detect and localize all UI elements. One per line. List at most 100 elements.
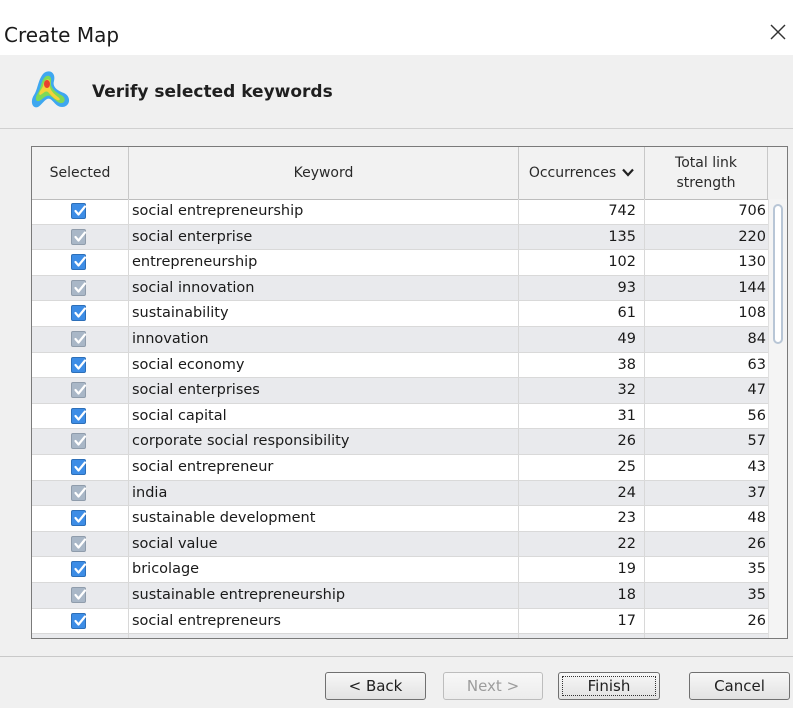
keyword-cell: bricolage xyxy=(129,557,519,583)
total-link-strength-cell: 47 xyxy=(747,382,766,399)
chevron-down-icon xyxy=(622,163,634,183)
table-row[interactable]: social value 22 26 xyxy=(32,531,768,558)
total-link-strength-cell: 57 xyxy=(747,433,766,450)
window-top-edge xyxy=(0,0,793,9)
vosviewer-heatmap-logo xyxy=(31,71,70,108)
table-row[interactable]: sustainability 61 108 xyxy=(32,301,768,327)
table-row[interactable]: social enterprise 135 220 xyxy=(32,224,768,251)
keyword-checkbox[interactable] xyxy=(71,638,86,639)
table-row[interactable]: innovation 49 84 xyxy=(32,327,768,353)
column-header-total-link-strength[interactable]: Total link strength xyxy=(645,147,768,199)
keyword-checkbox[interactable] xyxy=(71,279,87,296)
close-button[interactable] xyxy=(765,19,791,45)
keyword-checkbox[interactable] xyxy=(71,561,87,578)
selected-cell xyxy=(32,275,129,301)
keyword-checkbox[interactable] xyxy=(71,484,87,501)
selected-cell xyxy=(32,199,129,224)
checkmark-icon xyxy=(74,256,87,267)
checkmark-icon xyxy=(74,512,87,523)
keyword-cell: sustainable entrepreneurship xyxy=(129,583,519,608)
keyword-checkbox[interactable] xyxy=(71,382,87,399)
table-row[interactable] xyxy=(32,634,768,639)
keyword-cell: sustainability xyxy=(129,301,519,327)
table-row[interactable]: social capital 31 56 xyxy=(32,403,768,430)
occurrences-cell: 49 xyxy=(519,327,645,352)
keyword-checkbox[interactable] xyxy=(71,356,87,373)
selected-cell xyxy=(32,455,129,480)
wizard-header: Verify selected keywords xyxy=(0,55,793,129)
table-row[interactable]: sustainable entrepreneurship 18 35 xyxy=(32,583,768,609)
occurrences-cell: 32 xyxy=(519,378,645,404)
finish-button[interactable]: Finish xyxy=(558,672,660,700)
checkmark-icon xyxy=(74,538,87,549)
keyword-checkbox[interactable] xyxy=(71,254,87,271)
cancel-button[interactable]: Cancel xyxy=(689,672,790,700)
keyword-cell: sustainable development xyxy=(129,506,519,532)
table-row[interactable]: entrepreneurship 102 130 xyxy=(32,250,768,276)
table-row[interactable]: social innovation 93 144 xyxy=(32,275,768,302)
total-link-strength-cell: 37 xyxy=(747,484,766,501)
total-link-strength-cell xyxy=(645,634,768,638)
selected-cell xyxy=(32,634,129,639)
keyword-checkbox[interactable] xyxy=(71,407,87,424)
selected-cell xyxy=(32,403,129,429)
total-link-strength-cell: 26 xyxy=(747,612,766,629)
selected-cell xyxy=(32,480,129,506)
occurrences-cell: 38 xyxy=(519,352,645,378)
keyword-checkbox[interactable] xyxy=(71,587,87,603)
total-link-strength-cell: 706 xyxy=(738,203,766,219)
table-row[interactable]: social economy 38 63 xyxy=(32,352,768,379)
selected-cell xyxy=(32,429,129,455)
keyword-cell: social value xyxy=(129,531,519,557)
keyword-cell: social capital xyxy=(129,403,519,429)
table-row[interactable]: social enterprises 32 47 xyxy=(32,378,768,404)
table-row[interactable]: corporate social responsibility 26 57 xyxy=(32,429,768,455)
selected-cell xyxy=(32,583,129,608)
table-row[interactable]: social entrepreneur 25 43 xyxy=(32,455,768,481)
keyword-cell: social economy xyxy=(129,352,519,378)
occurrences-cell: 25 xyxy=(519,455,645,480)
checkmark-icon xyxy=(74,435,87,446)
title-bar: Create Map xyxy=(0,9,793,55)
selected-cell xyxy=(32,378,129,404)
table-row[interactable]: sustainable development 23 48 xyxy=(32,506,768,532)
page-subtitle: Verify selected keywords xyxy=(92,82,333,102)
keyword-cell: india xyxy=(129,480,519,506)
selected-cell xyxy=(32,557,129,583)
occurrences-cell: 24 xyxy=(519,480,645,506)
checkmark-icon xyxy=(74,589,87,600)
selected-cell xyxy=(32,250,129,276)
keyword-checkbox[interactable] xyxy=(71,535,87,552)
occurrences-cell: 742 xyxy=(519,199,645,224)
keyword-checkbox[interactable] xyxy=(71,459,87,475)
total-link-strength-cell: 63 xyxy=(747,356,766,373)
keyword-checkbox[interactable] xyxy=(71,203,87,219)
scrollbar-thumb[interactable] xyxy=(773,204,783,344)
total-link-strength-cell: 43 xyxy=(747,459,766,475)
table-row[interactable]: social entrepreneurs 17 26 xyxy=(32,608,768,635)
table-row[interactable]: social entrepreneurship 742 706 xyxy=(32,199,768,225)
occurrences-cell: 19 xyxy=(519,557,645,583)
keyword-cell: social enterprise xyxy=(129,224,519,250)
keyword-checkbox[interactable] xyxy=(71,228,87,245)
column-header-keyword[interactable]: Keyword xyxy=(129,147,519,199)
keyword-checkbox[interactable] xyxy=(71,612,87,629)
checkmark-icon xyxy=(74,461,87,472)
keyword-checkbox[interactable] xyxy=(71,331,87,347)
table-row[interactable]: bricolage 19 35 xyxy=(32,557,768,583)
keyword-checkbox[interactable] xyxy=(71,305,87,322)
column-header-selected[interactable]: Selected xyxy=(32,147,129,199)
back-button[interactable]: < Back xyxy=(325,672,426,700)
footer-divider xyxy=(0,656,793,657)
vertical-scrollbar[interactable] xyxy=(768,199,787,638)
table-row[interactable]: india 24 37 xyxy=(32,480,768,507)
checkmark-icon xyxy=(74,614,87,626)
keyword-cell: social innovation xyxy=(129,275,519,301)
column-header-occurrences[interactable]: Occurrences xyxy=(519,147,645,199)
next-button[interactable]: Next > xyxy=(443,672,543,700)
checkmark-icon xyxy=(74,230,87,242)
total-link-strength-cell: 108 xyxy=(738,305,766,322)
keyword-checkbox[interactable] xyxy=(71,433,87,450)
keyword-checkbox[interactable] xyxy=(71,510,87,527)
occurrences-cell: 31 xyxy=(519,403,645,429)
